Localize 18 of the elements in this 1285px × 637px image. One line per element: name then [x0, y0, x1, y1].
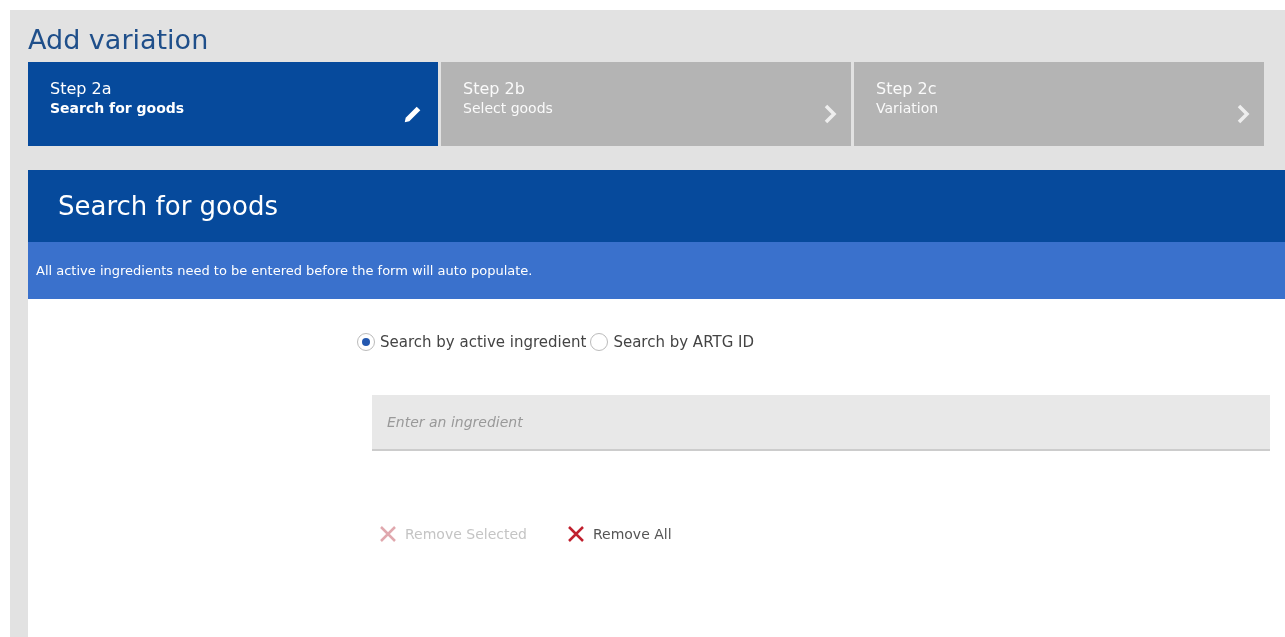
info-text: All active ingredients need to be entered before the form will auto populate. — [36, 263, 533, 278]
ingredient-field[interactable]: Enter an ingredient — [372, 395, 1270, 451]
step-label: Step 2b — [463, 79, 526, 98]
page-title: Add variation — [28, 24, 210, 56]
chevron-right-icon — [823, 103, 837, 125]
chevron-right-icon — [1236, 103, 1250, 125]
radio-button[interactable] — [357, 333, 375, 351]
step-sublabel: Select goods — [463, 100, 553, 116]
close-icon — [379, 525, 397, 543]
step-sublabel: Search for goods — [50, 100, 185, 116]
remove-button[interactable]: Remove All — [564, 521, 674, 547]
step-tab[interactable]: Step 2a Search for goods — [28, 62, 438, 146]
step-label: Step 2c — [876, 79, 938, 98]
radio-button[interactable] — [590, 333, 609, 351]
step-label: Step 2a — [50, 79, 113, 98]
step-sublabel: Variation — [876, 100, 939, 116]
panel-title: Search for goods — [58, 191, 278, 221]
close-icon — [566, 525, 585, 543]
